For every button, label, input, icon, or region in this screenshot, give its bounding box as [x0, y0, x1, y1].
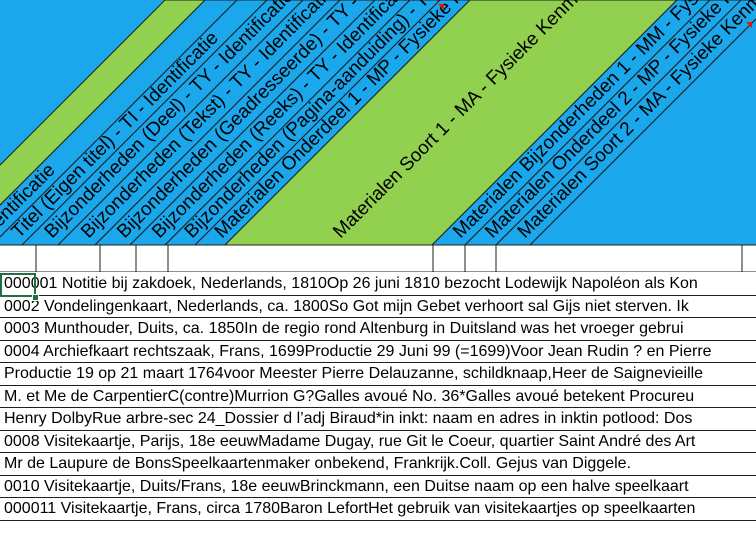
column-header-area: Identificatie Titel (Eigen titel) - TI - … — [0, 0, 756, 272]
row-cell[interactable]: M. et Me de CarpentierC(contre)Murrion G… — [4, 387, 694, 407]
row-cell[interactable]: 0004 Archiefkaart rechtszaak, Frans, 169… — [4, 342, 712, 362]
table-row[interactable]: Henry DolbyRue arbre-sec 24_Dossier d l’… — [0, 408, 756, 431]
row-cell[interactable]: 000001 Notitie bij zakdoek, Nederlands, … — [4, 274, 698, 294]
table-row[interactable]: 0004 Archiefkaart rechtszaak, Frans, 169… — [0, 341, 756, 363]
row-cell[interactable]: Productie 19 op 21 maart 1764voor Meeste… — [4, 364, 703, 384]
table-row[interactable]: 000001 Notitie bij zakdoek, Nederlands, … — [0, 273, 756, 296]
table-row[interactable]: Mr de Laupure de BonsSpeelkaartenmaker o… — [0, 453, 756, 476]
row-cell[interactable]: 0010 Visitekaartje, Duits/Frans, 18e eeu… — [4, 477, 689, 497]
spreadsheet: Identificatie Titel (Eigen titel) - TI - … — [0, 0, 756, 546]
table-row[interactable]: 0008 Visitekaartje, Parijs, 18e eeuwMada… — [0, 431, 756, 453]
row-cell[interactable]: 0003 Munthouder, Duits, ca. 1850In de re… — [4, 319, 684, 339]
table-row[interactable]: 0003 Munthouder, Duits, ca. 1850In de re… — [0, 318, 756, 341]
row-cell[interactable]: 000011 Visitekaartje, Frans, circa 1780B… — [4, 499, 695, 519]
table-row[interactable]: M. et Me de CarpentierC(contre)Murrion G… — [0, 386, 756, 408]
table-row[interactable]: 0010 Visitekaartje, Duits/Frans, 18e eeu… — [0, 476, 756, 498]
data-rows: 000001 Notitie bij zakdoek, Nederlands, … — [0, 273, 756, 521]
table-row[interactable]: 0002 Vondelingenkaart, Nederlands, ca. 1… — [0, 296, 756, 318]
table-row[interactable]: Productie 19 op 21 maart 1764voor Meeste… — [0, 363, 756, 386]
row-cell[interactable]: Mr de Laupure de BonsSpeelkaartenmaker o… — [4, 454, 631, 474]
table-row[interactable]: 000011 Visitekaartje, Frans, circa 1780B… — [0, 498, 756, 521]
row-cell[interactable]: Henry DolbyRue arbre-sec 24_Dossier d l’… — [4, 409, 692, 429]
row-cell[interactable]: 0008 Visitekaartje, Parijs, 18e eeuwMada… — [4, 432, 695, 452]
fill-handle[interactable] — [32, 294, 39, 301]
row-cell[interactable]: 0002 Vondelingenkaart, Nederlands, ca. 1… — [4, 297, 689, 317]
selected-cell-outline[interactable] — [0, 273, 36, 297]
rotated-header-row: IdentificatieTitel (Eigen titel) - TI - … — [0, 0, 756, 272]
